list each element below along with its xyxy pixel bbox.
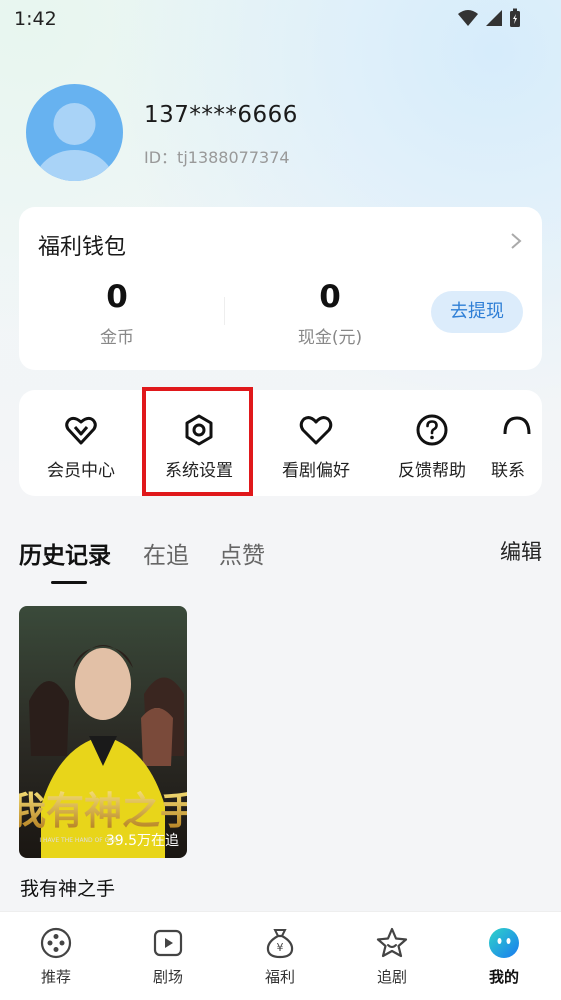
selection-highlight-box <box>142 387 253 496</box>
bottom-navigation: 推荐 剧场 ¥ 福利 追剧 我的 <box>0 911 561 1000</box>
default-avatar-icon <box>34 103 115 181</box>
coins-value: 0 <box>106 279 128 315</box>
follower-count: 39.5万在追 <box>105 833 179 849</box>
shortcut-label: 看剧偏好 <box>282 461 350 481</box>
profile-section: 137****6666 ID：tj1388077374 <box>26 84 546 184</box>
wallet-divider <box>224 297 225 325</box>
headset-icon <box>503 416 531 435</box>
drama-poster[interactable]: 我有神之手 I HAVE THE HAND OF GOD 39.5万在追 <box>19 606 187 858</box>
shortcut-label: 联系 <box>491 461 525 481</box>
shortcut-watch-preference[interactable]: 看剧偏好 <box>266 412 366 481</box>
heart-icon <box>299 416 333 445</box>
shortcut-contact[interactable]: 联系 <box>489 412 542 481</box>
coins-label: 金币 <box>100 328 134 348</box>
svg-text:¥: ¥ <box>277 941 284 954</box>
status-icons <box>457 8 521 28</box>
shortcut-vip-center[interactable]: 会员中心 <box>31 412 131 481</box>
nav-mine[interactable]: 我的 <box>464 926 544 987</box>
user-id: ID：tj1388077374 <box>144 148 290 167</box>
profile-face-icon <box>489 928 519 958</box>
shortcut-feedback-help[interactable]: 反馈帮助 <box>382 412 482 481</box>
wifi-icon <box>458 10 478 26</box>
theater-play-icon <box>153 929 183 957</box>
vip-heart-icon <box>65 416 97 445</box>
nav-label: 推荐 <box>40 968 71 986</box>
active-tab-indicator <box>51 581 87 584</box>
nav-follow-drama[interactable]: 追剧 <box>352 926 432 987</box>
tab-following[interactable]: 在追 <box>143 536 189 570</box>
withdraw-button[interactable]: 去提现 <box>431 291 523 333</box>
nav-label: 我的 <box>488 968 519 986</box>
poster-image: 我有神之手 I HAVE THE HAND OF GOD <box>19 606 187 858</box>
nav-label: 福利 <box>264 968 295 986</box>
battery-icon <box>510 8 520 27</box>
chevron-right-icon <box>510 231 522 255</box>
poster-title-art: 我有神之手 <box>19 788 187 833</box>
edit-button[interactable]: 编辑 <box>500 536 542 566</box>
nav-welfare[interactable]: ¥ 福利 <box>240 926 320 987</box>
tab-history[interactable]: 历史记录 <box>19 536 111 570</box>
nav-recommend[interactable]: 推荐 <box>16 926 96 987</box>
wallet-card[interactable]: 福利钱包 0 金币 0 现金(元) 去提现 <box>19 207 542 370</box>
star-icon <box>376 927 408 958</box>
nav-label: 剧场 <box>152 968 183 986</box>
cash-value: 0 <box>319 279 341 315</box>
drama-title[interactable]: 我有神之手 <box>20 874 115 901</box>
nav-theater[interactable]: 剧场 <box>128 926 208 987</box>
coins-stat: 0 金币 <box>57 279 177 348</box>
nav-label: 追剧 <box>376 968 407 986</box>
wallet-title: 福利钱包 <box>38 235 127 260</box>
status-bar: 1:42 <box>0 0 561 38</box>
cash-label: 现金(元) <box>297 328 363 348</box>
shortcut-label: 会员中心 <box>47 461 115 481</box>
cash-stat: 0 现金(元) <box>270 279 390 348</box>
signal-icon <box>486 10 502 26</box>
shortcuts-bar: 会员中心 系统设置 看剧偏好 反馈帮助 联系 <box>19 390 542 496</box>
avatar[interactable] <box>26 84 123 181</box>
question-icon <box>416 414 448 446</box>
money-bag-icon: ¥ <box>266 929 294 959</box>
shortcut-label: 反馈帮助 <box>398 461 466 481</box>
history-tabs: 历史记录 在追 点赞 编辑 <box>19 536 542 584</box>
tab-likes[interactable]: 点赞 <box>219 536 265 570</box>
status-time: 1:42 <box>14 8 57 30</box>
user-phone: 137****6666 <box>144 102 298 128</box>
recommend-icon <box>40 927 72 959</box>
